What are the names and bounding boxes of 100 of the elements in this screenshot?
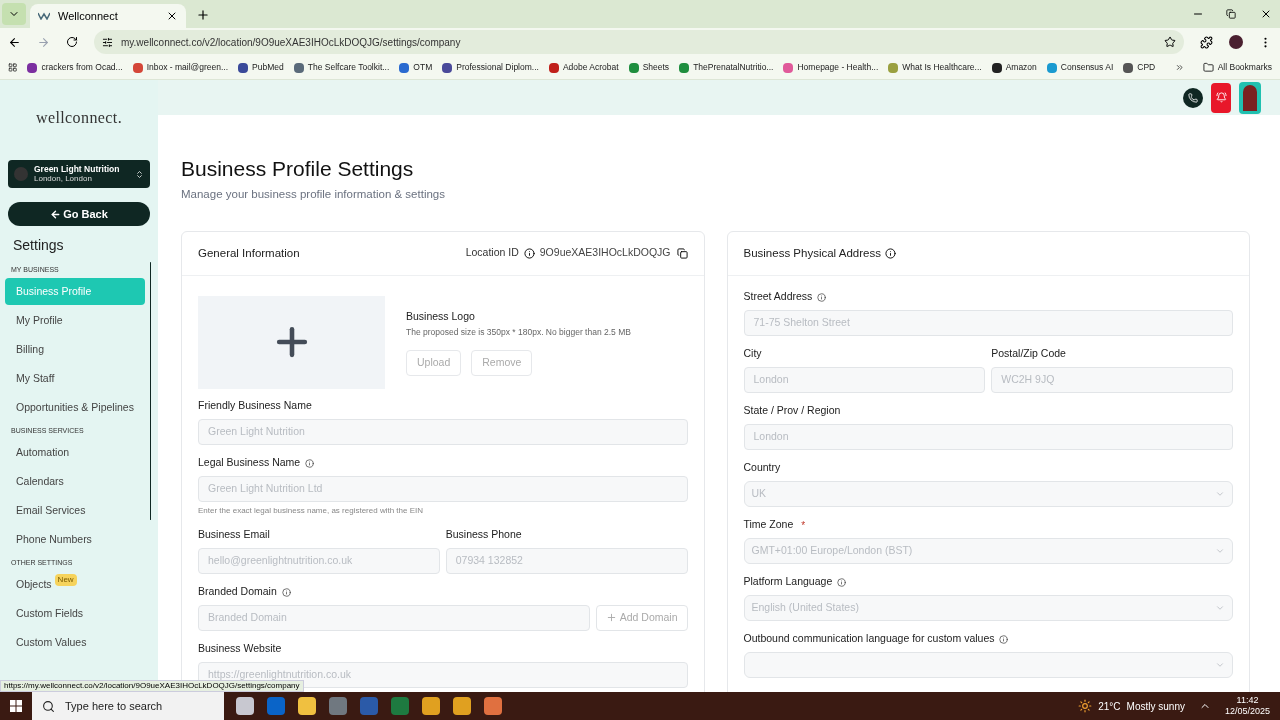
taskbar-app-icon[interactable] (422, 697, 440, 715)
favicon-icon (132, 62, 143, 73)
info-icon (305, 458, 315, 468)
bookmark-item[interactable]: Adobe Acrobat (548, 61, 619, 74)
taskbar-search[interactable]: Type here to search (32, 692, 224, 720)
taskbar-app-icon[interactable] (267, 697, 285, 715)
profile-avatar[interactable] (1229, 35, 1243, 49)
weather-text: Mostly sunny (1126, 699, 1185, 714)
bookmark-item[interactable]: The Selfcare Toolkit... (293, 61, 390, 74)
sidebar-item[interactable]: Automation (5, 439, 145, 466)
page-title: Business Profile Settings (181, 156, 415, 182)
favicon-icon (783, 62, 794, 73)
close-window-icon[interactable] (1260, 8, 1272, 20)
field-label: State / Prov / Region (743, 403, 841, 419)
go-back-button[interactable]: Go Back (8, 202, 150, 226)
card-title: Business Physical Address (743, 245, 881, 261)
tab-list-button[interactable] (2, 3, 26, 25)
browser-tab[interactable]: Wellconnect (30, 4, 186, 28)
favicon-icon (888, 62, 899, 73)
field-label: Time Zone (743, 517, 794, 533)
copy-icon[interactable] (676, 247, 688, 259)
plus-icon (605, 612, 617, 624)
info-icon (281, 587, 291, 597)
new-tab-icon[interactable] (196, 8, 210, 22)
favicon-icon (679, 62, 690, 73)
taskbar-app-icon[interactable] (298, 697, 316, 715)
close-tab-icon[interactable] (166, 10, 178, 22)
address-bar[interactable]: my.wellconnect.co/v2/location/9O9ueXAE3IHOcLkDOQJG/settings/company (94, 30, 1184, 54)
field-label: Outbound communication language for custom values (743, 631, 995, 647)
sidebar-item[interactable]: Billing (5, 336, 145, 363)
logo-hint: The proposed size is 350px * 180px. No bigger than 2.5 MB (406, 325, 631, 339)
user-avatar[interactable] (1239, 81, 1261, 114)
status-url: https://my.wellconnect.co/v2/location/9O9ueXAE3IHOcLkDOQJG/settings/company (0, 680, 304, 692)
sidebar-item[interactable]: Email Services (5, 497, 145, 524)
sidebar-item[interactable]: Custom Fields (5, 600, 145, 627)
account-name: Green Light Nutrition (34, 164, 121, 174)
taskbar-app-icon[interactable] (453, 697, 471, 715)
restore-icon[interactable] (1226, 9, 1236, 19)
favicon-icon (1123, 62, 1134, 73)
favicon-icon (27, 62, 38, 73)
extensions-icon[interactable] (1200, 35, 1213, 49)
notifications-button[interactable] (1211, 82, 1231, 113)
info-icon (837, 577, 847, 587)
forward-icon[interactable] (37, 35, 50, 49)
field-label: Business Email (198, 527, 270, 543)
windows-logo-icon[interactable] (10, 700, 22, 712)
bookmark-star-icon[interactable] (1164, 36, 1176, 48)
bookmark-item[interactable]: Inbox - mail@green... (132, 61, 229, 74)
phone-icon (1188, 92, 1198, 103)
bookmark-item[interactable]: ThePrenatalNutritio... (679, 61, 774, 74)
field-label: City (743, 346, 762, 362)
field-hint: Enter the exact legal business name, as registered with the EIN (198, 504, 424, 517)
switch-icon[interactable] (135, 169, 144, 179)
new-badge: New (54, 573, 77, 586)
bookmark-item[interactable]: Professional Diplom... (442, 61, 539, 74)
apps-icon[interactable] (8, 62, 18, 73)
bookmark-item[interactable]: OTM (399, 61, 433, 74)
field-label: Street Address (743, 289, 813, 305)
more-bookmarks-icon[interactable] (1175, 62, 1185, 73)
account-avatar (14, 167, 28, 181)
favicon-icon (628, 62, 639, 73)
favicon-icon (442, 62, 453, 73)
favicon-icon (399, 62, 410, 73)
required-mark: * (801, 518, 806, 533)
bookmark-item[interactable]: What Is Healthcare... (888, 61, 982, 74)
bell-icon (1215, 92, 1227, 103)
taskbar-app-icon[interactable] (236, 697, 254, 715)
taskbar-app-icon[interactable] (329, 697, 347, 715)
sidebar-item[interactable]: My Staff (5, 365, 145, 392)
location-id: 9O9ueXAE3IHOcLkDOQJG (539, 245, 671, 261)
bookmark-item[interactable]: crackers from Ocad... (27, 61, 123, 74)
sidebar-item[interactable]: Opportunities & Pipelines (5, 394, 145, 421)
back-icon[interactable] (8, 35, 21, 49)
scrollbar[interactable] (149, 262, 150, 520)
sidebar-item[interactable]: Objects New (5, 571, 145, 598)
bookmark-item[interactable]: CPD (1123, 61, 1156, 74)
bookmark-item[interactable]: Sheets (628, 61, 670, 74)
site-settings-icon[interactable] (102, 36, 113, 48)
phone-button[interactable] (1183, 87, 1203, 108)
account-switcher[interactable]: Green Light Nutrition London, London (8, 160, 150, 188)
favicon-icon (991, 62, 1002, 73)
bookmark-item[interactable]: Homepage - Health... (783, 61, 879, 74)
back-arrow-icon (50, 208, 62, 220)
sidebar-item[interactable]: Calendars (5, 468, 145, 495)
page-subtitle: Manage your business profile information & settings (181, 186, 446, 202)
info-icon (523, 247, 535, 259)
field-label: Platform Language (743, 574, 833, 590)
account-location: London, London (34, 174, 93, 184)
sidebar-item[interactable]: My Profile (5, 307, 145, 334)
taskbar-app-icon[interactable] (484, 697, 502, 715)
bookmark-item[interactable]: Consensus AI (1046, 61, 1114, 74)
all-bookmarks-item[interactable]: All Bookmarks (1202, 61, 1272, 74)
sidebar-item[interactable]: Phone Numbers (5, 526, 145, 553)
reload-icon[interactable] (66, 36, 78, 48)
bookmark-item[interactable]: PubMed (238, 61, 284, 74)
sidebar-item[interactable]: Custom Values (5, 629, 145, 656)
favicon-icon (293, 62, 304, 73)
clock-date: 12/05/2025 (1224, 706, 1270, 717)
bookmark-item[interactable]: Amazon (991, 61, 1037, 74)
taskbar-app-icon[interactable] (391, 697, 409, 715)
